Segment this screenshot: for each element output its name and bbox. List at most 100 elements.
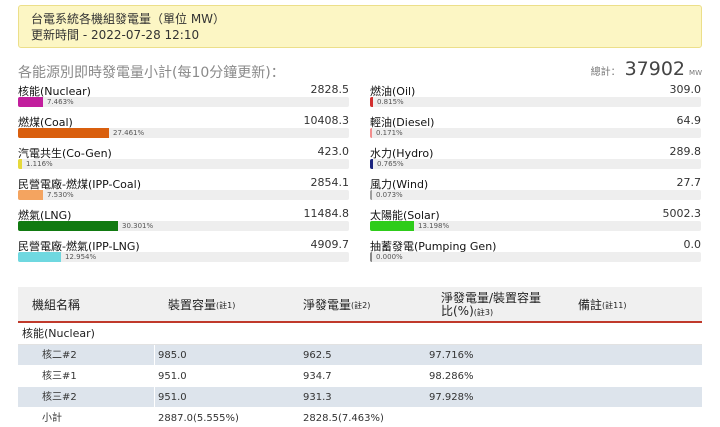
source-value: 11484.8 [303, 207, 350, 220]
ratio-cell: 98.286% [429, 371, 474, 382]
update-time: 更新時間 - 2022-07-28 12:10 [31, 28, 200, 42]
share-bar-fill [370, 252, 372, 262]
capacity-cell: 2887.0(5.555%) [158, 413, 239, 424]
share-percent: 7.463% [47, 98, 74, 106]
share-bar-fill [370, 221, 414, 231]
share-bar: 0.815% [370, 97, 701, 107]
share-bar: 1.116% [18, 159, 349, 169]
share-percent: 13.198% [418, 222, 450, 230]
unit-table: 機組名稱 裝置容量 (註1) 淨發電量 (註2) 淨發電量/裝置容量 比(%)(註3… [18, 287, 702, 427]
share-bar: 30.301% [18, 221, 349, 231]
summary-heading: 各能源別即時發電量小計(每10分鐘更新)： [18, 65, 285, 81]
energy-source-list-left: 核能(Nuclear) 2828.5 7.463% 燃煤(Coal) 10408.3 27… [18, 80, 349, 266]
unit-name-cell: 核二#2 [42, 350, 77, 361]
table-body: 核二#2 985.0 962.5 97.716% 核三#1 951.0 934.7 98.28… [18, 345, 702, 427]
share-bar-fill [18, 221, 118, 231]
total-unit: MW [689, 69, 702, 77]
energy-source-list-right: 燃油(Oil) 309.0 0.815% 輕油(Diesel) 64.9 0.171% 水力… [370, 80, 701, 266]
source-value: 10408.3 [303, 114, 350, 127]
total-display: 總計： 37902 MW [591, 58, 702, 80]
cell-divider [154, 387, 155, 408]
share-bar-fill [18, 128, 109, 138]
source-value: 423.0 [317, 145, 350, 158]
share-percent: 7.530% [47, 191, 74, 199]
source-value: 309.0 [669, 83, 702, 96]
share-bar: 7.463% [18, 97, 349, 107]
unit-name-cell: 小計 [42, 413, 62, 424]
page-title: 台電系統各機組發電量（單位 MW） [31, 12, 226, 26]
table-row: 核三#2 951.0 931.3 97.928% [18, 387, 702, 408]
capacity-cell: 951.0 [158, 371, 187, 382]
share-bar: 0.073% [370, 190, 701, 200]
energy-source-row: 民營電廠-燃煤(IPP-Coal) 2854.1 7.530% [18, 173, 349, 204]
total-label: 總計： [590, 67, 621, 78]
share-bar-fill [370, 190, 372, 200]
energy-source-row: 汽電共生(Co-Gen) 423.0 1.116% [18, 142, 349, 173]
source-value: 27.7 [676, 176, 702, 189]
source-value: 64.9 [676, 114, 702, 127]
net-gen-cell: 934.7 [303, 371, 332, 382]
energy-source-row: 核能(Nuclear) 2828.5 7.463% [18, 80, 349, 111]
share-percent: 0.000% [376, 253, 403, 261]
share-bar: 27.461% [18, 128, 349, 138]
net-gen-cell: 962.5 [303, 350, 332, 361]
source-value: 0.0 [683, 238, 702, 251]
share-bar-fill [18, 252, 61, 262]
ratio-cell: 97.716% [429, 350, 474, 361]
energy-source-row: 輕油(Diesel) 64.9 0.171% [370, 111, 701, 142]
table-row: 核二#2 985.0 962.5 97.716% [18, 345, 702, 366]
capacity-cell: 985.0 [158, 350, 187, 361]
energy-source-row: 民營電廠-燃氣(IPP-LNG) 4909.7 12.954% [18, 235, 349, 266]
share-percent: 0.765% [377, 160, 404, 168]
share-bar: 7.530% [18, 190, 349, 200]
share-percent: 12.954% [65, 253, 97, 261]
table-row: 核三#1 951.0 934.7 98.286% [18, 366, 702, 387]
source-value: 2828.5 [310, 83, 350, 96]
net-gen-cell: 2828.5(7.463%) [303, 413, 384, 424]
energy-source-row: 燃油(Oil) 309.0 0.815% [370, 80, 701, 111]
energy-source-row: 太陽能(Solar) 5002.3 13.198% [370, 204, 701, 235]
energy-source-row: 水力(Hydro) 289.8 0.765% [370, 142, 701, 173]
share-bar: 0.171% [370, 128, 701, 138]
share-percent: 0.815% [377, 98, 404, 106]
share-bar-fill [370, 159, 373, 169]
share-bar-fill [18, 190, 43, 200]
capacity-cell: 951.0 [158, 392, 187, 403]
share-bar: 0.765% [370, 159, 701, 169]
header-remark: 備註 (註11) [578, 297, 627, 312]
ratio-cell: 97.928% [429, 392, 474, 403]
share-bar: 13.198% [370, 221, 701, 231]
share-bar: 0.000% [370, 252, 701, 262]
header-ratio: 淨發電量/裝置容量 比(%)(註3) [441, 290, 542, 318]
unit-name-cell: 核三#1 [42, 371, 77, 382]
share-percent: 0.171% [376, 129, 403, 137]
energy-source-row: 風力(Wind) 27.7 0.073% [370, 173, 701, 204]
source-value: 289.8 [669, 145, 702, 158]
share-bar-fill [370, 128, 372, 138]
update-banner: 台電系統各機組發電量（單位 MW） 更新時間 - 2022-07-28 12:1… [18, 5, 702, 48]
header-unit-name: 機組名稱 [32, 297, 81, 312]
share-percent: 0.073% [376, 191, 403, 199]
group-row-nuclear: 核能(Nuclear) [18, 323, 702, 345]
header-net-gen: 淨發電量 (註2) [303, 297, 371, 312]
source-value: 2854.1 [310, 176, 350, 189]
share-bar-fill [370, 97, 373, 107]
share-percent: 1.116% [26, 160, 53, 168]
share-percent: 30.301% [122, 222, 154, 230]
header-capacity: 裝置容量 (註1) [168, 297, 236, 312]
net-gen-cell: 931.3 [303, 392, 332, 403]
share-percent: 27.461% [113, 129, 145, 137]
source-value: 4909.7 [310, 238, 350, 251]
table-row: 小計 2887.0(5.555%) 2828.5(7.463%) [18, 408, 702, 427]
unit-name-cell: 核三#2 [42, 392, 77, 403]
energy-source-row: 抽蓄發電(Pumping Gen) 0.0 0.000% [370, 235, 701, 266]
energy-source-row: 燃煤(Coal) 10408.3 27.461% [18, 111, 349, 142]
table-header: 機組名稱 裝置容量 (註1) 淨發電量 (註2) 淨發電量/裝置容量 比(%)(註3… [18, 287, 702, 323]
cell-divider [154, 345, 155, 366]
share-bar: 12.954% [18, 252, 349, 262]
energy-source-row: 燃氣(LNG) 11484.8 30.301% [18, 204, 349, 235]
total-value: 37902 [624, 58, 686, 80]
source-value: 5002.3 [662, 207, 702, 220]
share-bar-fill [18, 97, 43, 107]
share-bar-fill [18, 159, 22, 169]
